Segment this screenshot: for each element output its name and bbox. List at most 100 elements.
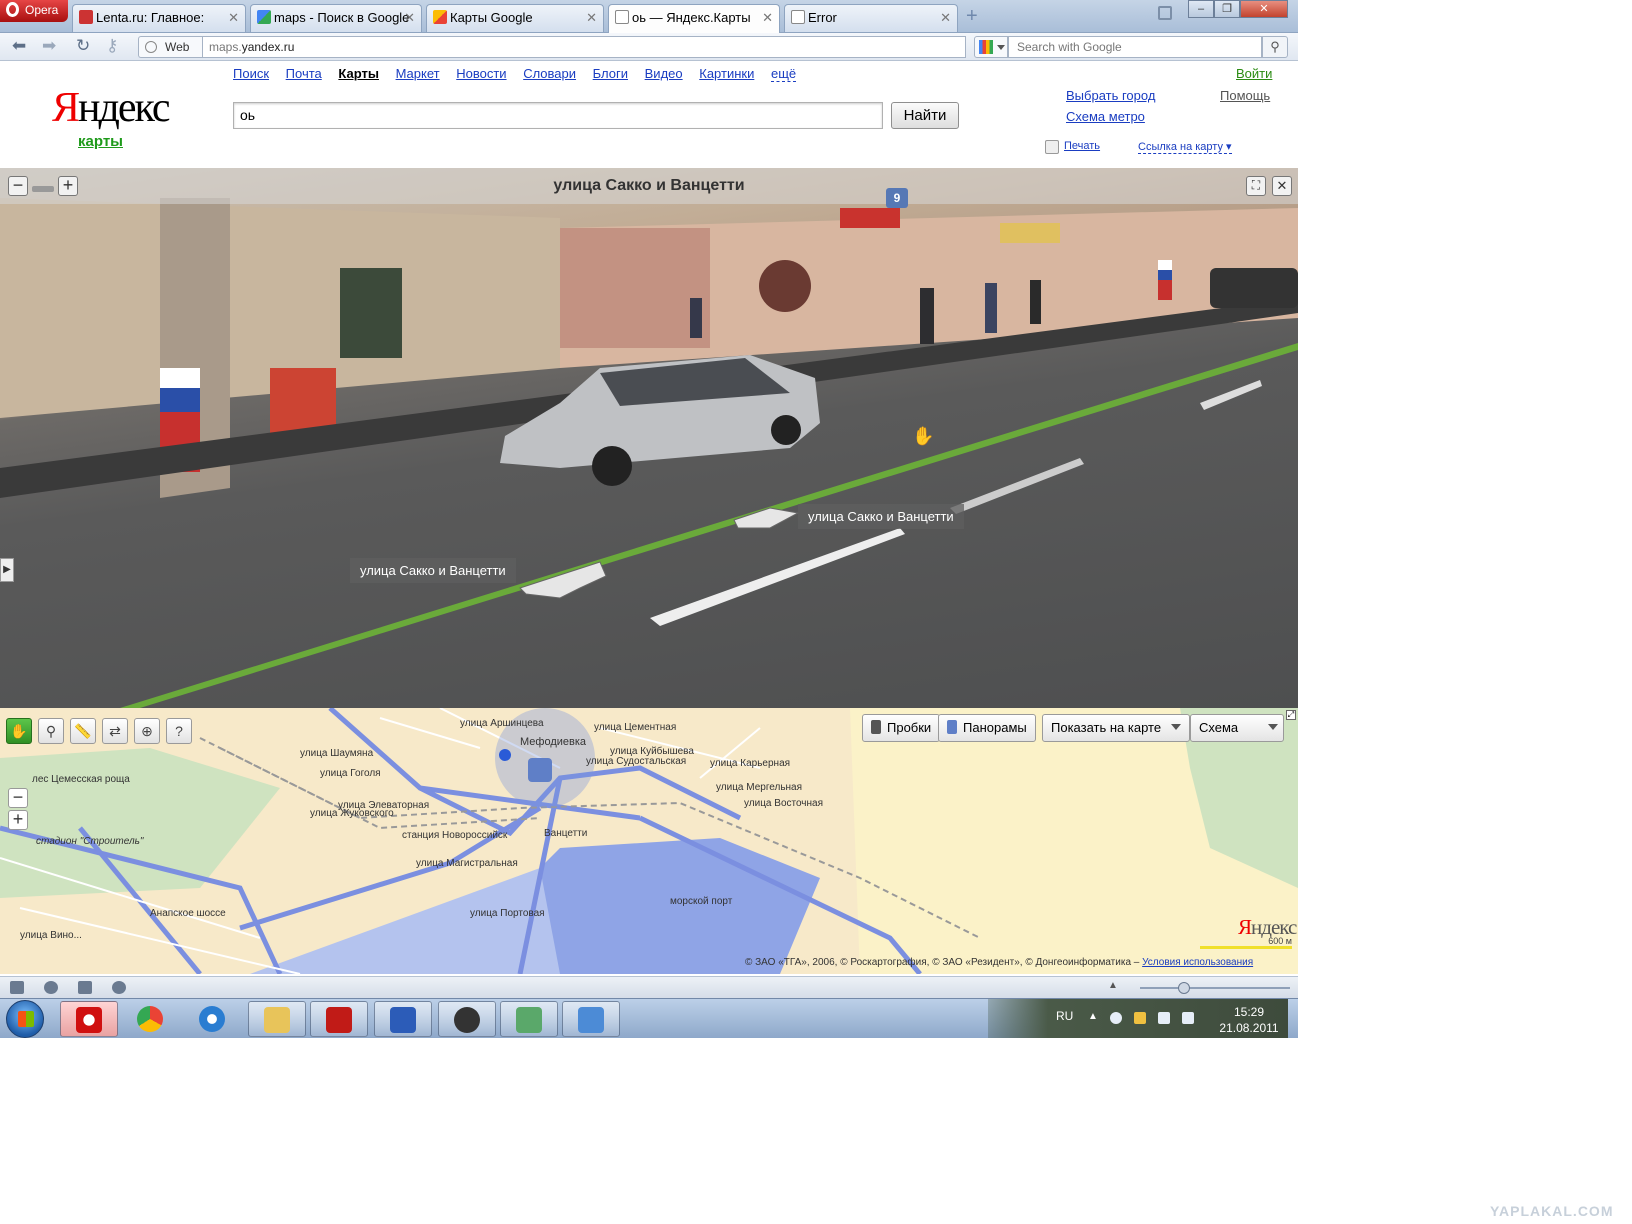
traffic-button[interactable]: Пробки (862, 714, 941, 742)
tab-yandex-maps[interactable]: оь — Яндекс.Карты ✕ (608, 4, 780, 33)
search-engine-selector[interactable] (974, 36, 1008, 58)
nav-video[interactable]: Видео (645, 66, 683, 81)
minimize-window-icon[interactable]: ‒ (1188, 0, 1214, 18)
nav-market[interactable]: Маркет (396, 66, 440, 81)
pedestrian (920, 288, 934, 344)
help-link[interactable]: Помощь (1220, 88, 1270, 103)
nav-mail[interactable]: Почта (286, 66, 322, 81)
map-magnifier-tool-icon[interactable]: ⚲ (38, 718, 64, 744)
panorama-forward-label[interactable]: улица Сакко и Ванцетти (798, 504, 964, 529)
volume-icon[interactable] (1182, 1012, 1194, 1024)
nav-dictionaries[interactable]: Словари (523, 66, 576, 81)
map-zoom-in-button[interactable]: + (8, 810, 28, 830)
tab-google-maps[interactable]: Карты Google ✕ (426, 4, 604, 32)
start-button[interactable] (6, 1000, 44, 1038)
tab-close-icon[interactable]: ✕ (940, 10, 951, 26)
search-magnifier-icon[interactable]: ⚲ (1262, 36, 1288, 58)
taskbar-control-panel[interactable] (562, 1001, 620, 1037)
taskbar-chrome[interactable] (122, 1001, 180, 1037)
panorama-fullscreen-button[interactable]: ⛶ (1246, 176, 1266, 196)
site-info-button[interactable]: Web (138, 36, 202, 58)
nav-images[interactable]: Картинки (699, 66, 754, 81)
map-help-tool-icon[interactable]: ? (166, 718, 192, 744)
browser-search-field[interactable]: Search with Google (1008, 36, 1262, 58)
print-link[interactable]: Печать (1064, 140, 1100, 152)
map-zoom-out-button[interactable]: − (8, 788, 28, 808)
taskbar-remote-app[interactable] (500, 1001, 558, 1037)
tab-error[interactable]: Error ✕ (784, 4, 958, 32)
show-on-map-label: Показать на карте (1051, 720, 1162, 735)
taskbar-acrobat[interactable] (310, 1001, 368, 1037)
reload-icon[interactable]: ↻ (76, 37, 90, 55)
new-tab-plus-icon[interactable]: + (966, 6, 978, 26)
map-hand-tool-icon[interactable]: ✋ (6, 718, 32, 744)
yandex-logo[interactable]: Яндекс (52, 85, 171, 131)
map-route-tool-icon[interactable]: ⇄ (102, 718, 128, 744)
forward-arrow-icon[interactable]: ➡ (42, 37, 56, 55)
panorama-close-button[interactable]: ✕ (1272, 176, 1292, 196)
view-toggle-icon[interactable]: ▲ (1108, 980, 1118, 991)
nav-more[interactable]: ещё (770, 66, 797, 82)
taskbar-internet-explorer[interactable] (184, 1001, 242, 1037)
choose-city-link[interactable]: Выбрать город (1066, 88, 1155, 103)
opera-logo-icon (6, 2, 19, 17)
close-window-icon[interactable]: ✕ (1240, 0, 1288, 18)
show-on-map-dropdown[interactable]: Показать на карте (1042, 714, 1191, 742)
panorama-marker-badge[interactable]: 9 (886, 188, 908, 208)
page-zoom-slider[interactable] (1140, 987, 1290, 989)
tab-close-icon[interactable]: ✕ (404, 10, 415, 26)
printer-icon[interactable] (1045, 140, 1059, 154)
terms-of-use-link[interactable]: Условия использования (1142, 957, 1253, 968)
nav-news[interactable]: Новости (456, 66, 506, 81)
panoramas-button[interactable]: Панорамы (938, 714, 1036, 742)
map-view[interactable]: ✋ ⚲ 📏 ⇄ ⊕ ? − + Пробки Панорамы Показать… (0, 708, 1298, 974)
panels-toggle-icon[interactable] (10, 981, 24, 994)
service-name-link[interactable]: карты (78, 133, 123, 150)
nav-blogs[interactable]: Блоги (593, 66, 628, 81)
map-search-input[interactable]: оь (233, 102, 883, 129)
tab-lenta[interactable]: Lenta.ru: Главное: ✕ (72, 4, 246, 32)
taskbar-word[interactable] (374, 1001, 432, 1037)
zoom-slider-handle[interactable] (1178, 982, 1190, 994)
tab-close-icon[interactable]: ✕ (762, 10, 773, 26)
street-panorama[interactable]: улица Сакко и Ванцетти − + 9 ⛶ ✕ улица С… (0, 168, 1298, 708)
tray-expand-icon[interactable]: ▲ (1088, 1011, 1098, 1022)
language-indicator[interactable]: RU (1056, 1009, 1073, 1023)
panorama-zoom-slider[interactable] (32, 186, 54, 192)
tray-app-icon[interactable] (1110, 1012, 1122, 1024)
back-arrow-icon[interactable]: ⬅ (12, 37, 26, 55)
taskbar-opera[interactable] (60, 1001, 118, 1037)
opera-menu-button[interactable]: Opera (0, 0, 68, 22)
panorama-zoom-in-button[interactable]: + (58, 176, 78, 196)
action-center-flag-icon[interactable] (1134, 1012, 1146, 1024)
key-icon[interactable]: ⚷ (106, 37, 118, 55)
map-label: улица Портовая (470, 908, 545, 919)
taskbar-explorer[interactable] (248, 1001, 306, 1037)
login-link[interactable]: Войти (1236, 66, 1272, 81)
logo-rest: ндекс (78, 85, 170, 131)
tab-close-icon[interactable]: ✕ (586, 10, 597, 26)
map-expand-icon[interactable]: ⤢ (1286, 710, 1296, 720)
nav-search[interactable]: Поиск (233, 66, 269, 81)
find-button[interactable]: Найти (891, 102, 959, 129)
restore-window-icon[interactable]: ❐ (1214, 0, 1240, 18)
tab-google-search[interactable]: maps - Поиск в Google ✕ (250, 4, 422, 32)
opera-unite-icon[interactable] (44, 981, 58, 994)
map-ruler-tool-icon[interactable]: 📏 (70, 718, 96, 744)
panel-toggle-arrow-icon[interactable]: ▶ (0, 558, 14, 582)
closed-tabs-trash-icon[interactable] (1158, 6, 1172, 20)
panorama-zoom-out-button[interactable]: − (8, 176, 28, 196)
taskbar-alien-app[interactable] (438, 1001, 496, 1037)
opera-link-icon[interactable] (78, 981, 92, 994)
turbo-icon[interactable] (112, 981, 126, 994)
panorama-back-label[interactable]: улица Сакко и Ванцетти (350, 558, 516, 583)
map-layer-dropdown[interactable]: Схема (1190, 714, 1284, 742)
metro-map-link[interactable]: Схема метро (1066, 109, 1145, 124)
tab-close-icon[interactable]: ✕ (228, 10, 239, 26)
url-field[interactable]: maps.yandex.ru (202, 36, 966, 58)
map-link-dropdown[interactable]: Ссылка на карту ▾ (1138, 140, 1232, 154)
system-clock[interactable]: 15:29 21.08.2011 (1212, 1004, 1286, 1036)
map-panorama-tool-icon[interactable]: ⊕ (134, 718, 160, 744)
alien-icon (454, 1007, 480, 1033)
network-tray-icon[interactable] (1158, 1012, 1170, 1024)
